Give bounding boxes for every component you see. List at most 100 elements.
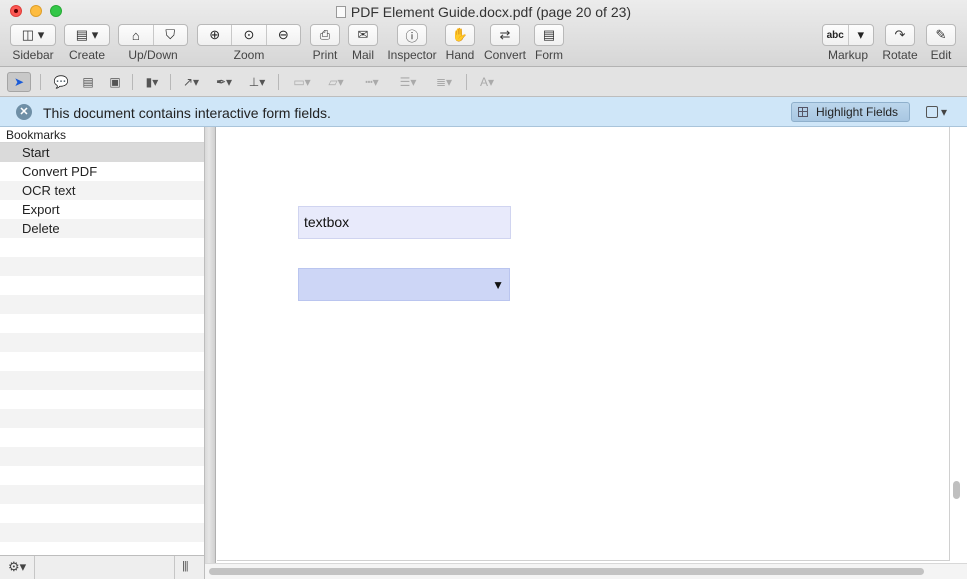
text-box-icon[interactable]: ▤ [78, 72, 98, 92]
hand-tool[interactable]: ✋ Hand [445, 24, 475, 62]
bookmark-empty-row [0, 504, 204, 523]
chevron-down-icon: ▾ [941, 105, 948, 119]
markup-abc-icon[interactable]: abc [823, 25, 849, 45]
bookmark-list: Start Convert PDF OCR text Export Delete [0, 143, 204, 542]
sidebar-icon: ◫ [21, 27, 35, 42]
create-button[interactable]: ▤ ▾ [64, 24, 110, 46]
bookmark-empty-row [0, 295, 204, 314]
mail-tool[interactable]: ✉ Mail [348, 24, 378, 62]
bookmark-item[interactable]: Export [0, 200, 204, 219]
sidebar-footer: ⚙▾ ||| [0, 555, 205, 579]
zoom-segment[interactable]: ⊕ ⊙ ⊖ [197, 24, 301, 46]
edit-button[interactable]: ✎ [926, 24, 956, 46]
convert-tool[interactable]: ⇄ Convert [484, 24, 526, 62]
bookmark-item[interactable]: Delete [0, 219, 204, 238]
line-spacing-icon[interactable]: ≣▾ [430, 72, 458, 92]
pdf-page: textbox ▼ [217, 127, 950, 561]
separator [34, 556, 35, 579]
form-icon: ▤ [542, 27, 556, 42]
separator [40, 74, 41, 90]
font-icon[interactable]: A▾ [474, 72, 500, 92]
bookmark-empty-row [0, 428, 204, 447]
window-titlebar: PDF Element Guide.docx.pdf (page 20 of 2… [0, 0, 967, 67]
bookmark-empty-row [0, 276, 204, 295]
mail-button[interactable]: ✉ [348, 24, 378, 46]
inspector-tool[interactable]: ⓘ Inspector [387, 24, 437, 62]
page-icon: ▤ [75, 27, 89, 42]
sidebar-button[interactable]: ◫ ▾ [10, 24, 56, 46]
form-fields-notification: ✕ This document contains interactive for… [0, 97, 967, 127]
bookmarks-sidebar: Bookmarks Start Convert PDF OCR text Exp… [0, 127, 205, 555]
gear-icon[interactable]: ⚙▾ [8, 559, 26, 575]
vertical-scrollbar[interactable] [953, 481, 960, 499]
updown-segment[interactable]: ⌂ ⛉ [118, 24, 188, 46]
line-style-icon[interactable]: ┅▾ [358, 72, 386, 92]
markup-tool[interactable]: abc ▾ Markup [822, 24, 874, 62]
zoom-actual-icon[interactable]: ⊙ [232, 25, 267, 45]
highlight-fields-button[interactable]: Highlight Fields [791, 102, 910, 122]
bookmark-empty-row [0, 238, 204, 257]
rotate-tool[interactable]: ↷ Rotate [882, 24, 918, 62]
line-width-icon[interactable]: ☰▾ [394, 72, 422, 92]
form-button[interactable]: ▤ [534, 24, 564, 46]
bookmark-item[interactable]: Start [0, 143, 204, 162]
note-icon[interactable]: ▣ [105, 72, 125, 92]
close-notification-icon[interactable]: ✕ [16, 104, 32, 120]
column-view-icon[interactable]: ||| [182, 560, 189, 572]
select-arrow-icon[interactable]: ➤ [7, 72, 31, 92]
comment-bubble-icon[interactable]: 💬 [51, 72, 71, 92]
edit-tool[interactable]: ✎ Edit [926, 24, 956, 62]
chevron-down-icon: ▾ [37, 27, 45, 42]
sidebar-heading: Bookmarks [0, 127, 204, 143]
arrow-line-icon[interactable]: ↗▾ [178, 72, 204, 92]
bookmark-icon[interactable]: ▮▾ [140, 72, 164, 92]
updown-tool[interactable]: ⌂ ⛉ Up/Down [118, 24, 188, 62]
form-options-menu[interactable]: ▾ [926, 102, 952, 122]
bookmark-empty-row [0, 447, 204, 466]
zoom-in-icon[interactable]: ⊕ [198, 25, 233, 45]
pen-icon[interactable]: ✒▾ [211, 72, 237, 92]
stroke-color-icon[interactable]: ▱▾ [322, 72, 350, 92]
window-title: PDF Element Guide.docx.pdf (page 20 of 2… [0, 4, 967, 20]
page-down-icon[interactable]: ⛉ [154, 25, 188, 45]
separator [174, 556, 175, 579]
print-button[interactable]: ⎙ [310, 24, 340, 46]
bookmark-empty-row [0, 485, 204, 504]
stamp-icon[interactable]: ⊥▾ [244, 72, 270, 92]
printer-icon: ⎙ [319, 27, 331, 42]
hand-button[interactable]: ✋ [445, 24, 475, 46]
annotation-toolbar: ➤ 💬 ▤ ▣ ▮▾ ↗▾ ✒▾ ⊥▾ ▭▾ ▱▾ ┅▾ ☰▾ ≣▾ A▾ [0, 67, 967, 97]
markup-segment[interactable]: abc ▾ [822, 24, 874, 46]
zoom-out-icon[interactable]: ⊖ [267, 25, 300, 45]
chevron-down-icon[interactable]: ▾ [849, 25, 874, 45]
sidebar-splitter[interactable] [205, 127, 216, 563]
horizontal-scrollbar-track [205, 563, 967, 579]
form-dropdown-field[interactable]: ▼ [298, 268, 510, 301]
sidebar-tool[interactable]: ◫ ▾ Sidebar [10, 24, 56, 62]
create-tool[interactable]: ▤ ▾ Create [64, 24, 110, 62]
form-tool[interactable]: ▤ Form [534, 24, 564, 62]
page-up-icon[interactable]: ⌂ [119, 25, 154, 45]
convert-button[interactable]: ⇄ [490, 24, 520, 46]
form-grid-icon [798, 107, 808, 117]
dropdown-arrow-icon: ▼ [492, 278, 504, 292]
notification-message: This document contains interactive form … [43, 105, 331, 121]
bookmark-empty-row [0, 352, 204, 371]
zoom-tool[interactable]: ⊕ ⊙ ⊖ Zoom [197, 24, 301, 62]
rotate-icon: ↷ [894, 27, 906, 42]
fill-color-icon[interactable]: ▭▾ [288, 72, 316, 92]
print-tool[interactable]: ⎙ Print [310, 24, 340, 62]
form-textbox-field[interactable]: textbox [298, 206, 511, 239]
bookmark-item[interactable]: Convert PDF [0, 162, 204, 181]
separator [132, 74, 133, 90]
bookmark-item[interactable]: OCR text [0, 181, 204, 200]
rotate-button[interactable]: ↷ [885, 24, 915, 46]
bookmark-empty-row [0, 257, 204, 276]
bookmark-empty-row [0, 333, 204, 352]
separator [170, 74, 171, 90]
horizontal-scrollbar[interactable] [209, 568, 924, 575]
inspector-button[interactable]: ⓘ [397, 24, 427, 46]
document-view[interactable]: textbox ▼ [217, 127, 967, 563]
chevron-down-icon: ▾ [91, 27, 99, 42]
form-options-icon [926, 106, 938, 118]
